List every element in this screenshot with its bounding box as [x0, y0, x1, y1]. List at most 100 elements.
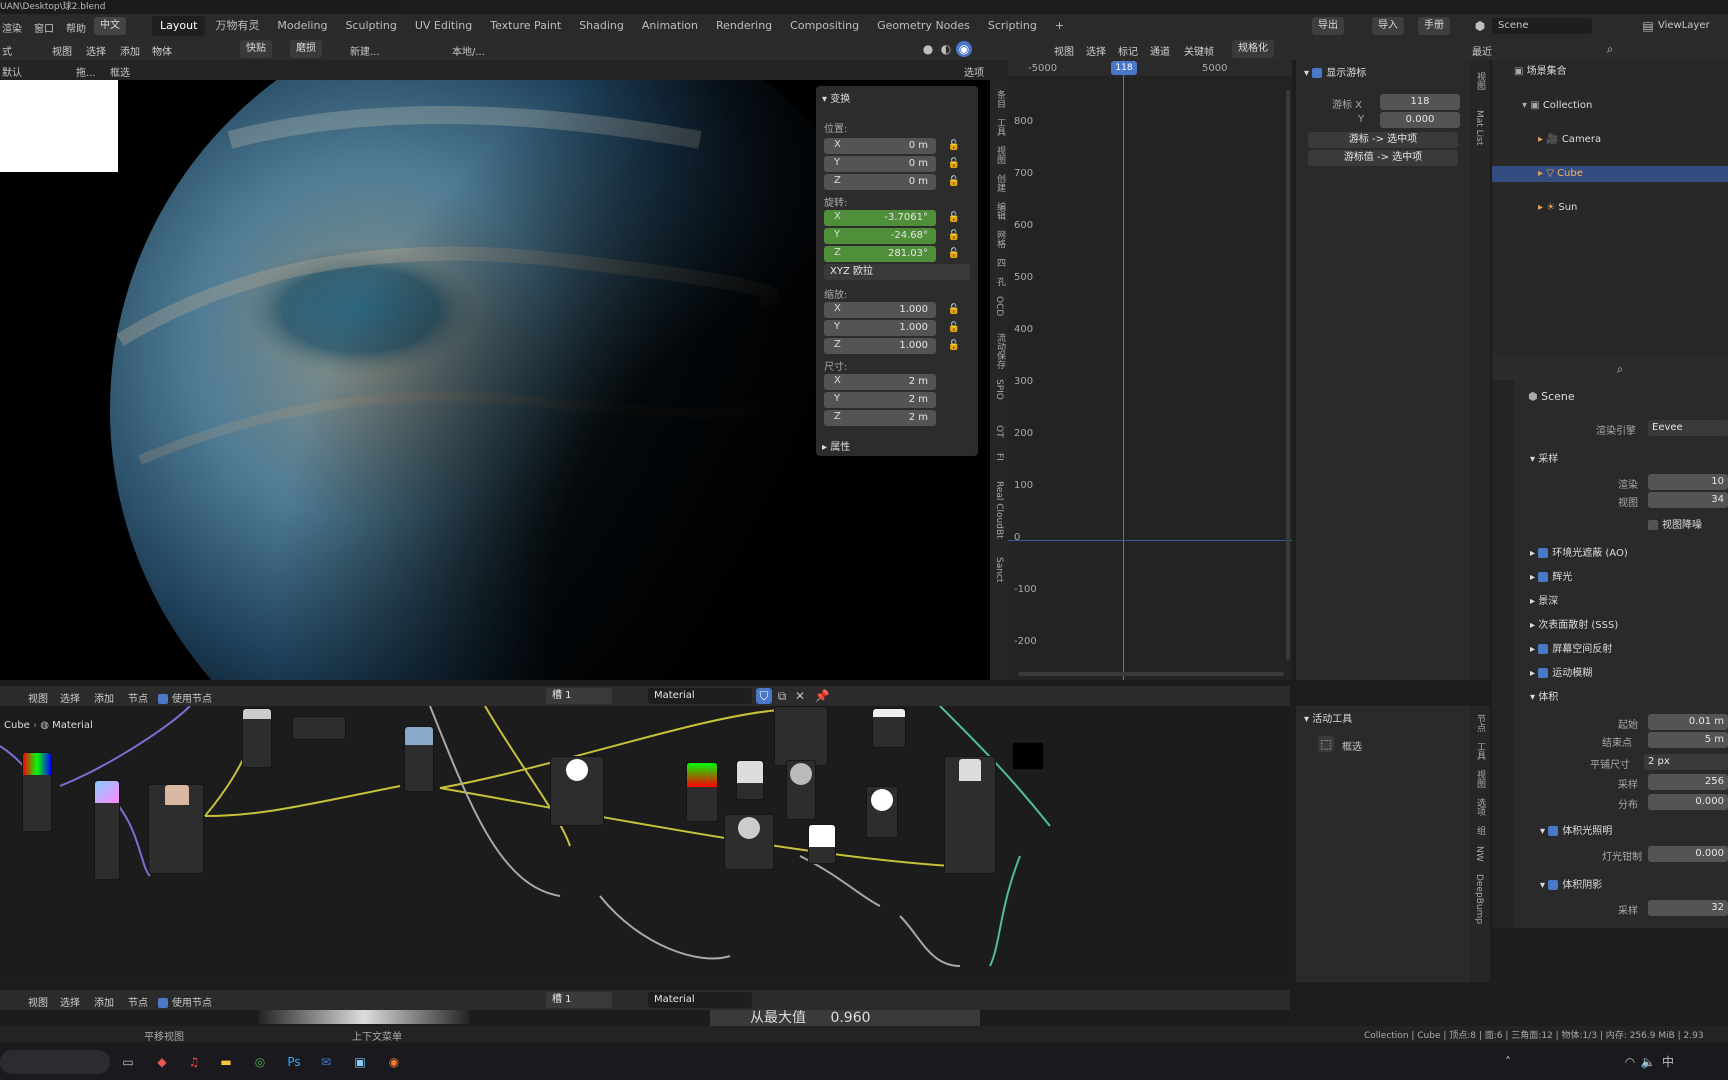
- bottom-menu-node[interactable]: 节点: [128, 994, 148, 1009]
- node-vtab[interactable]: 组: [1474, 826, 1487, 835]
- viewport-vtab[interactable]: 创建: [994, 174, 1007, 192]
- material-field[interactable]: Material: [648, 688, 752, 704]
- mail-icon[interactable]: ✉: [318, 1054, 334, 1070]
- tab-compositing[interactable]: Compositing: [782, 16, 867, 36]
- tab-geometry-nodes[interactable]: Geometry Nodes: [869, 16, 978, 36]
- wear-button[interactable]: 磨损: [290, 40, 322, 58]
- bottom-menu-add[interactable]: 添加: [94, 994, 114, 1009]
- viewport-menu-add[interactable]: 添加: [120, 43, 140, 58]
- prop-panel-header[interactable]: ▸ 屏幕空间反射: [1530, 640, 1612, 655]
- bottom-menu-select[interactable]: 选择: [60, 994, 80, 1009]
- volume-start-field[interactable]: 0.01 m: [1648, 714, 1728, 730]
- viewport-menu-object[interactable]: 物体: [152, 43, 172, 58]
- bottom-slot-dropdown[interactable]: 槽 1: [546, 992, 612, 1008]
- task-view-icon[interactable]: ▭: [120, 1054, 136, 1070]
- shading-rendered-icon[interactable]: ◉: [956, 41, 972, 57]
- cursor-to-selected-button[interactable]: 游标 -> 选中项: [1308, 132, 1458, 148]
- panel-checkbox[interactable]: [1538, 644, 1549, 654]
- rotation-mode-dropdown[interactable]: XYZ 欧拉: [824, 264, 970, 280]
- node-menu-node[interactable]: 节点: [128, 690, 148, 705]
- lock-icon[interactable]: 🔓: [946, 228, 962, 244]
- viewport-vtab[interactable]: 孔: [994, 277, 1007, 286]
- graph-hscrollbar[interactable]: [1018, 672, 1284, 676]
- select-mode-dropdown[interactable]: 框选: [110, 64, 130, 79]
- dimensions-y-field[interactable]: 2 m: [824, 392, 936, 408]
- graph-vtab-view[interactable]: 视图: [1474, 72, 1487, 90]
- scale-y-field[interactable]: 1.000: [824, 320, 936, 336]
- lock-icon[interactable]: 🔓: [946, 320, 962, 336]
- viewport-vtab[interactable]: 视图: [994, 146, 1007, 164]
- viewport-vtab[interactable]: Bt: [994, 529, 1004, 539]
- light-clamp-field[interactable]: 0.000: [1648, 846, 1728, 862]
- location-y-field[interactable]: 0 m: [824, 156, 936, 172]
- outliner-scene-collection[interactable]: ▣ 场景集合: [1514, 64, 1728, 80]
- viewport-vtab[interactable]: OCD: [994, 296, 1004, 316]
- tab-modeling[interactable]: Modeling: [269, 16, 335, 36]
- lock-icon[interactable]: 🔓: [946, 156, 962, 172]
- prop-panel-header[interactable]: ▸ 次表面散射 (SSS): [1530, 616, 1618, 631]
- tab-texture-paint[interactable]: Texture Paint: [482, 16, 569, 36]
- viewport-denoise-checkbox[interactable]: 视图降噪: [1648, 516, 1702, 531]
- shader-node[interactable]: [550, 756, 604, 826]
- tab-shading[interactable]: Shading: [571, 16, 632, 36]
- shader-node[interactable]: [786, 760, 816, 820]
- shading-solid-icon[interactable]: ●: [920, 41, 936, 57]
- prop-panel-header[interactable]: ▸ 环境光遮蔽 (AO): [1530, 544, 1628, 559]
- rotation-y-field[interactable]: -24.68°: [824, 228, 936, 244]
- menu-window[interactable]: 窗口: [34, 20, 54, 35]
- taskbar-search[interactable]: [0, 1050, 110, 1074]
- viewport-vtab[interactable]: 四: [994, 258, 1007, 267]
- cursor-x-field[interactable]: 118: [1380, 94, 1460, 110]
- outliner-search-icon[interactable]: ⌕: [1602, 41, 1618, 57]
- ime-icon[interactable]: 中: [1660, 1054, 1676, 1070]
- bottom-use-nodes-checkbox[interactable]: 使用节点: [158, 994, 212, 1009]
- cursor-y-field[interactable]: 0.000: [1380, 112, 1460, 128]
- viewport-vtab[interactable]: 网格: [994, 230, 1007, 248]
- node-vtab[interactable]: 选项: [1474, 798, 1487, 816]
- mode-select[interactable]: 式: [2, 43, 12, 58]
- render-samples-field[interactable]: 10: [1648, 474, 1728, 490]
- node-menu-add[interactable]: 添加: [94, 690, 114, 705]
- shader-node[interactable]: [292, 716, 346, 740]
- tab-scripting[interactable]: Scripting: [980, 16, 1045, 36]
- active-tool-header[interactable]: ▾ 活动工具: [1304, 710, 1352, 725]
- menu-help[interactable]: 帮助: [66, 20, 86, 35]
- prop-panel-header[interactable]: ▾ 体积: [1530, 688, 1558, 703]
- prop-panel-header[interactable]: ▸ 运动模糊: [1530, 664, 1592, 679]
- viewport-vtab[interactable]: Sanct: [994, 557, 1004, 582]
- app-icon[interactable]: ◆: [154, 1054, 170, 1070]
- add-workspace-button[interactable]: +: [1047, 16, 1072, 36]
- volume-end-field[interactable]: 5 m: [1648, 732, 1728, 748]
- shader-node[interactable]: [242, 708, 272, 768]
- tab-wanwu[interactable]: 万物有灵: [207, 16, 267, 36]
- shader-node[interactable]: [94, 780, 120, 880]
- expand-icon[interactable]: ▾ ▣: [1522, 100, 1543, 111]
- chrome-icon[interactable]: ◎: [252, 1054, 268, 1070]
- volumetric-lighting-header[interactable]: ▾ 体积光照明: [1540, 822, 1612, 837]
- tab-layout[interactable]: Layout: [152, 16, 206, 36]
- blender-icon[interactable]: ◉: [386, 1054, 402, 1070]
- panel-checkbox[interactable]: [1538, 572, 1549, 582]
- tab-sculpting[interactable]: Sculpting: [337, 16, 404, 36]
- viewport-vtab[interactable]: FI: [994, 453, 1004, 461]
- panel-checkbox[interactable]: [1538, 548, 1549, 558]
- use-nodes-checkbox[interactable]: 使用节点: [158, 690, 212, 705]
- bottom-material-field[interactable]: Material: [648, 992, 752, 1008]
- viewport-menu-view[interactable]: 视图: [52, 43, 72, 58]
- wifi-icon[interactable]: ◠: [1622, 1054, 1638, 1070]
- node-menu-select[interactable]: 选择: [60, 690, 80, 705]
- prop-panel-header[interactable]: ▸ 景深: [1530, 592, 1558, 607]
- shading-material-icon[interactable]: ◐: [938, 41, 954, 57]
- lock-icon[interactable]: 🔓: [946, 246, 962, 262]
- node-vtab[interactable]: 节点: [1474, 714, 1487, 732]
- shader-node[interactable]: [22, 752, 52, 832]
- snap-button[interactable]: 快贴: [240, 40, 272, 58]
- graph-scrollbar[interactable]: [1286, 90, 1290, 660]
- transform-header[interactable]: ▾ 变换: [822, 90, 850, 105]
- volume-tile-dropdown[interactable]: 2 px: [1644, 754, 1728, 770]
- node-vtab[interactable]: 视图: [1474, 770, 1487, 788]
- lock-icon[interactable]: 🔓: [946, 210, 962, 226]
- viewport-vtab[interactable]: 条目: [994, 90, 1007, 108]
- normalize-toggle[interactable]: 规格化: [1232, 40, 1274, 58]
- panel-checkbox[interactable]: [1538, 668, 1549, 678]
